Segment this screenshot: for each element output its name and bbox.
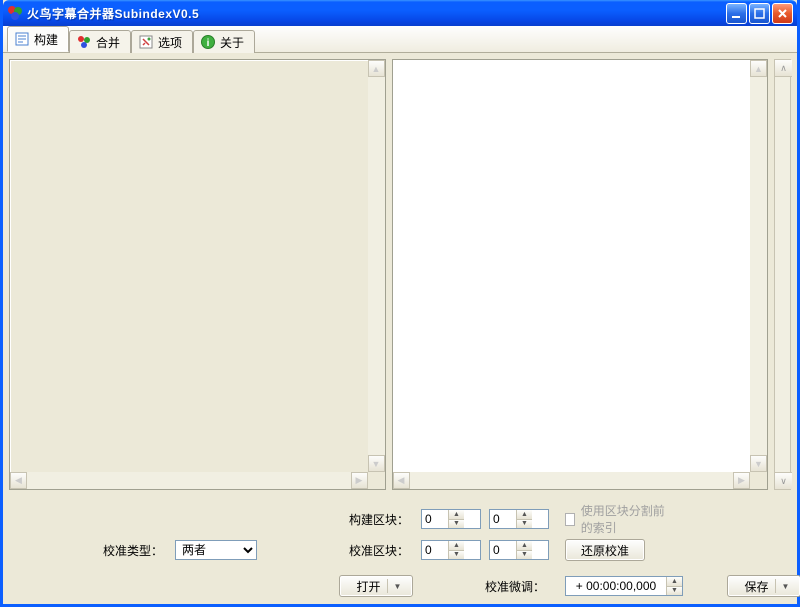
tab-strip: 构建 合并 选项 i 关于: [3, 26, 797, 53]
build-block-label: 构建区块：: [273, 511, 413, 528]
button-label: 还原校准: [581, 542, 629, 559]
window-title: 火鸟字幕合并器SubindexV0.5: [27, 5, 726, 22]
close-button[interactable]: [772, 3, 793, 24]
scroll-left-icon[interactable]: ◀: [10, 472, 27, 489]
tab-build[interactable]: 构建: [7, 26, 69, 52]
spin-up-icon[interactable]: ▲: [667, 577, 682, 587]
spin-down-icon[interactable]: ▼: [667, 587, 682, 596]
control-row-build: 构建区块： ▲▼ ▲▼ 使用区块分割前的索引: [17, 502, 783, 526]
chevron-down-icon: ▼: [387, 579, 402, 593]
scroll-corner: [368, 472, 385, 489]
tab-label: 选项: [158, 34, 182, 51]
scroll-up-icon[interactable]: ▲: [368, 60, 385, 77]
tab-label: 合并: [96, 34, 120, 51]
scroll-corner: [750, 472, 767, 489]
spin-up-icon[interactable]: ▲: [517, 510, 532, 520]
checkbox-box: [565, 513, 575, 526]
scroll-up-icon[interactable]: ∧: [775, 60, 792, 77]
scroll-right-icon[interactable]: ▶: [351, 472, 368, 489]
build-block-spinner-1[interactable]: ▲▼: [421, 509, 481, 529]
spin-down-icon[interactable]: ▼: [449, 551, 464, 560]
calib-type-label: 校准类型：: [17, 542, 167, 559]
merge-icon: [76, 34, 92, 50]
tab-label: 构建: [34, 31, 58, 48]
scroll-up-icon[interactable]: ▲: [750, 60, 767, 77]
tab-about[interactable]: i 关于: [193, 30, 255, 53]
calib-fine-value[interactable]: [566, 577, 666, 595]
right-scrollbar-horizontal[interactable]: ◀ ▶: [393, 472, 751, 489]
build-block-value-1[interactable]: [422, 510, 448, 528]
save-button[interactable]: 保存 ▼: [727, 575, 800, 597]
build-icon: [14, 31, 30, 47]
spin-down-icon[interactable]: ▼: [449, 520, 464, 529]
left-pane[interactable]: ▲ ▼ ◀ ▶: [9, 59, 386, 490]
chevron-down-icon: ▼: [775, 579, 790, 593]
main-area: ▲ ▼ ◀ ▶ ▲ ▼ ◀: [3, 53, 797, 492]
build-block-value-2[interactable]: [490, 510, 516, 528]
calib-block-spinner-1[interactable]: ▲▼: [421, 540, 481, 560]
app-icon: [7, 5, 23, 21]
left-scrollbar-horizontal[interactable]: ◀ ▶: [10, 472, 368, 489]
tab-options[interactable]: 选项: [131, 30, 193, 53]
control-row-calib: 校准类型： 两者 校准区块： ▲▼ ▲▼ 还原校准: [17, 538, 783, 562]
client-area: 构建 合并 选项 i 关于: [3, 26, 797, 604]
spin-down-icon[interactable]: ▼: [517, 551, 532, 560]
outer-scrollbar-vertical[interactable]: ∧ ∨: [774, 59, 791, 490]
scroll-down-icon[interactable]: ∨: [775, 472, 792, 489]
calib-block-spinner-2[interactable]: ▲▼: [489, 540, 549, 560]
about-icon: i: [200, 34, 216, 50]
button-label: 打开: [357, 578, 381, 595]
controls-panel: 构建区块： ▲▼ ▲▼ 使用区块分割前的索引 校准类型： 两者: [3, 492, 797, 604]
scroll-down-icon[interactable]: ▼: [750, 455, 767, 472]
spin-down-icon[interactable]: ▼: [517, 520, 532, 529]
use-presplit-index-checkbox: 使用区块分割前的索引: [565, 502, 665, 536]
calib-fine-spinner[interactable]: ▲▼: [565, 576, 683, 596]
scroll-right-icon[interactable]: ▶: [733, 472, 750, 489]
spin-up-icon[interactable]: ▲: [517, 541, 532, 551]
scroll-left-icon[interactable]: ◀: [393, 472, 410, 489]
maximize-button[interactable]: [749, 3, 770, 24]
left-pane-body: [10, 60, 385, 489]
right-scrollbar-vertical[interactable]: ▲ ▼: [750, 60, 767, 472]
build-block-spinner-2[interactable]: ▲▼: [489, 509, 549, 529]
right-pane-body: [393, 60, 768, 489]
left-scrollbar-vertical[interactable]: ▲ ▼: [368, 60, 385, 472]
calib-fine-label: 校准微调：: [421, 578, 549, 595]
open-button[interactable]: 打开 ▼: [339, 575, 413, 597]
minimize-button[interactable]: [726, 3, 747, 24]
svg-text:i: i: [207, 38, 210, 49]
title-bar[interactable]: 火鸟字幕合并器SubindexV0.5: [3, 0, 797, 26]
calib-block-value-1[interactable]: [422, 541, 448, 559]
scroll-down-icon[interactable]: ▼: [368, 455, 385, 472]
spin-up-icon[interactable]: ▲: [449, 510, 464, 520]
checkbox-label: 使用区块分割前的索引: [581, 502, 665, 536]
restore-calib-button[interactable]: 还原校准: [565, 539, 645, 561]
window-controls: [726, 3, 793, 24]
button-label: 保存: [745, 578, 769, 595]
tab-merge[interactable]: 合并: [69, 30, 131, 53]
control-row-actions: 打开 ▼ 校准微调： ▲▼ 保存 ▼: [17, 574, 783, 598]
options-icon: [138, 34, 154, 50]
right-pane[interactable]: ▲ ▼ ◀ ▶: [392, 59, 769, 490]
calib-block-value-2[interactable]: [490, 541, 516, 559]
app-window: 火鸟字幕合并器SubindexV0.5 构建: [0, 0, 800, 607]
calib-block-label: 校准区块：: [273, 542, 413, 559]
calib-type-select[interactable]: 两者: [175, 540, 257, 560]
spin-up-icon[interactable]: ▲: [449, 541, 464, 551]
tab-label: 关于: [220, 34, 244, 51]
